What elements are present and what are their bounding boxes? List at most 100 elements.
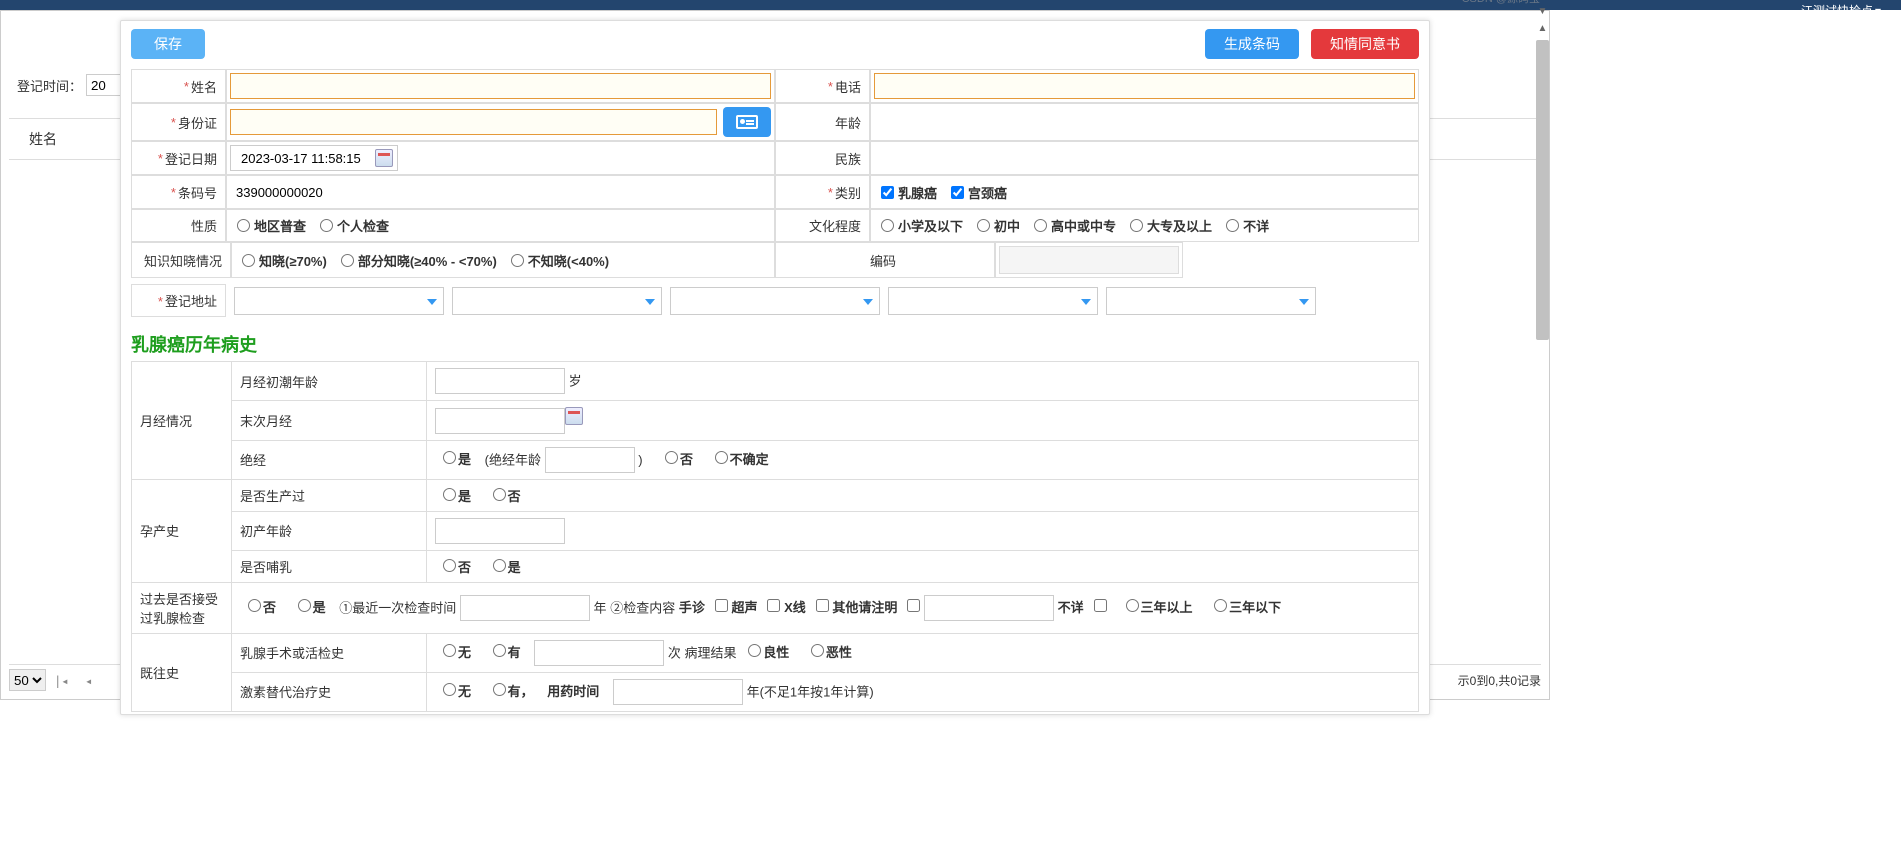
ethnic-input[interactable] (874, 145, 1415, 171)
phone-label: 电话 (835, 77, 861, 96)
drug-time-input[interactable] (613, 679, 743, 705)
last-menses-input[interactable] (435, 408, 565, 434)
prev-no-radio[interactable] (248, 599, 261, 612)
edu-opt4-radio[interactable] (1226, 219, 1239, 232)
scroll-thumb[interactable] (1536, 40, 1549, 340)
pager-prev-icon[interactable]: ◂ (81, 674, 97, 688)
name-label: 姓名 (191, 77, 217, 96)
prev-yes-radio[interactable] (298, 599, 311, 612)
prev-us-checkbox[interactable] (767, 599, 780, 612)
name-input[interactable] (230, 73, 771, 99)
read-idcard-button[interactable] (723, 107, 771, 137)
page-size-select[interactable]: 50 (9, 669, 46, 691)
preg-group: 孕产史 (132, 479, 232, 582)
meno-age-close: ) (638, 452, 642, 467)
footer-summary: 示0到0,共0记录 (1458, 672, 1541, 689)
meno-unsure-radio[interactable] (715, 451, 728, 464)
history-table: 月经情况 月经初潮年龄 岁 末次月经 绝经 是 (绝经年龄 ) 否 不确定 (131, 361, 1419, 712)
edu-opt0-radio[interactable] (881, 219, 894, 232)
calendar-icon (375, 149, 393, 167)
barcode-input[interactable] (230, 179, 771, 205)
prev-palp-checkbox[interactable] (715, 599, 728, 612)
surgery-label: 乳腺手术或活检史 (232, 633, 427, 672)
meno-age-open: (绝经年龄 (485, 452, 541, 467)
pager-first-icon[interactable]: |◂ (53, 674, 69, 688)
addr-village-select[interactable] (1106, 287, 1316, 315)
edu-opt2-radio[interactable] (1034, 219, 1047, 232)
nature-personal-radio[interactable] (320, 219, 333, 232)
scroll-up-icon[interactable]: ▲ (1534, 20, 1551, 37)
surg-none-radio[interactable] (443, 644, 456, 657)
birth-yes-radio[interactable] (443, 488, 456, 501)
prev-exam-group: 过去是否接受过乳腺检查 (132, 582, 232, 633)
ethnic-label: 民族 (835, 149, 861, 168)
breast-history-title: 乳腺癌历年病史 (121, 323, 1429, 361)
drug-note: 年(不足1年按1年计算) (747, 684, 874, 699)
freq-lt3-radio[interactable] (1214, 599, 1227, 612)
regaddr-label: 登记地址 (165, 294, 217, 309)
addr-city-select[interactable] (452, 287, 662, 315)
prev-other-input[interactable] (924, 595, 1054, 621)
prev-lasttime-input[interactable] (460, 595, 590, 621)
idcard-input[interactable] (230, 109, 717, 135)
code-display (999, 246, 1179, 274)
checkpoint-dropdown[interactable]: 江测试快检点▾ (1801, 2, 1881, 19)
menses-group: 月经情况 (132, 362, 232, 480)
hrt-none-radio[interactable] (443, 683, 456, 696)
category-breast-checkbox[interactable] (881, 186, 894, 199)
drug-time-label: 用药时间 (547, 684, 599, 699)
bf-yes-radio[interactable] (493, 559, 506, 572)
menopause-label: 绝经 (232, 440, 427, 479)
regdate-picker[interactable] (230, 145, 398, 171)
regdate-input[interactable] (235, 147, 375, 169)
prev-unknown-checkbox[interactable] (1094, 599, 1107, 612)
generate-barcode-button[interactable]: 生成条码 (1205, 29, 1299, 59)
year-unit: 年 (594, 600, 607, 615)
times-unit: 次 (668, 645, 681, 660)
knowledge-opt1-radio[interactable] (341, 254, 354, 267)
meno-age-input[interactable] (545, 447, 635, 473)
idcard-label: 身份证 (178, 113, 217, 132)
birth-no-radio[interactable] (493, 488, 506, 501)
hrt-has-radio[interactable] (493, 683, 506, 696)
prev-lasttime-label: ①最近一次检查时间 (339, 600, 456, 615)
path-benign-radio[interactable] (748, 644, 761, 657)
path-malig-radio[interactable] (811, 644, 824, 657)
prev-xray-checkbox[interactable] (816, 599, 829, 612)
knowledge-opt0-radio[interactable] (242, 254, 255, 267)
ever-birth-label: 是否生产过 (232, 479, 427, 511)
phone-input[interactable] (874, 73, 1415, 99)
edu-opt1-radio[interactable] (977, 219, 990, 232)
csdn-watermark: CSDN @源码宝 (1462, 0, 1540, 6)
prev-other-checkbox[interactable] (907, 599, 920, 612)
consent-form-button[interactable]: 知情同意书 (1311, 29, 1419, 59)
nature-region-radio[interactable] (237, 219, 250, 232)
save-button[interactable]: 保存 (131, 29, 205, 59)
menarche-unit: 岁 (569, 374, 582, 389)
addr-province-select[interactable] (234, 287, 444, 315)
menarche-label: 月经初潮年龄 (232, 362, 427, 401)
knowledge-label: 知识知晓情况 (144, 251, 222, 270)
meno-yes-radio[interactable] (443, 451, 456, 464)
category-cervix-checkbox[interactable] (951, 186, 964, 199)
first-birth-age-label: 初产年龄 (232, 511, 427, 550)
bf-no-radio[interactable] (443, 559, 456, 572)
edu-opt3-radio[interactable] (1130, 219, 1143, 232)
freq-gt3-radio[interactable] (1126, 599, 1139, 612)
last-menses-picker[interactable] (435, 413, 583, 428)
age-input[interactable] (874, 109, 1415, 135)
surg-has-radio[interactable] (493, 644, 506, 657)
meno-no-radio[interactable] (665, 451, 678, 464)
addr-street-select[interactable] (888, 287, 1098, 315)
category-label: 类别 (835, 183, 861, 202)
surg-times-input[interactable] (534, 640, 664, 666)
calendar-icon (565, 407, 583, 425)
knowledge-opt2-radio[interactable] (511, 254, 524, 267)
menarche-input[interactable] (435, 368, 565, 394)
last-menses-label: 末次月经 (232, 401, 427, 441)
nature-label: 性质 (191, 216, 217, 235)
addr-district-select[interactable] (670, 287, 880, 315)
code-label: 编码 (870, 251, 896, 270)
prev-content-label: ②检查内容 (610, 600, 675, 615)
first-birth-age-input[interactable] (435, 518, 565, 544)
